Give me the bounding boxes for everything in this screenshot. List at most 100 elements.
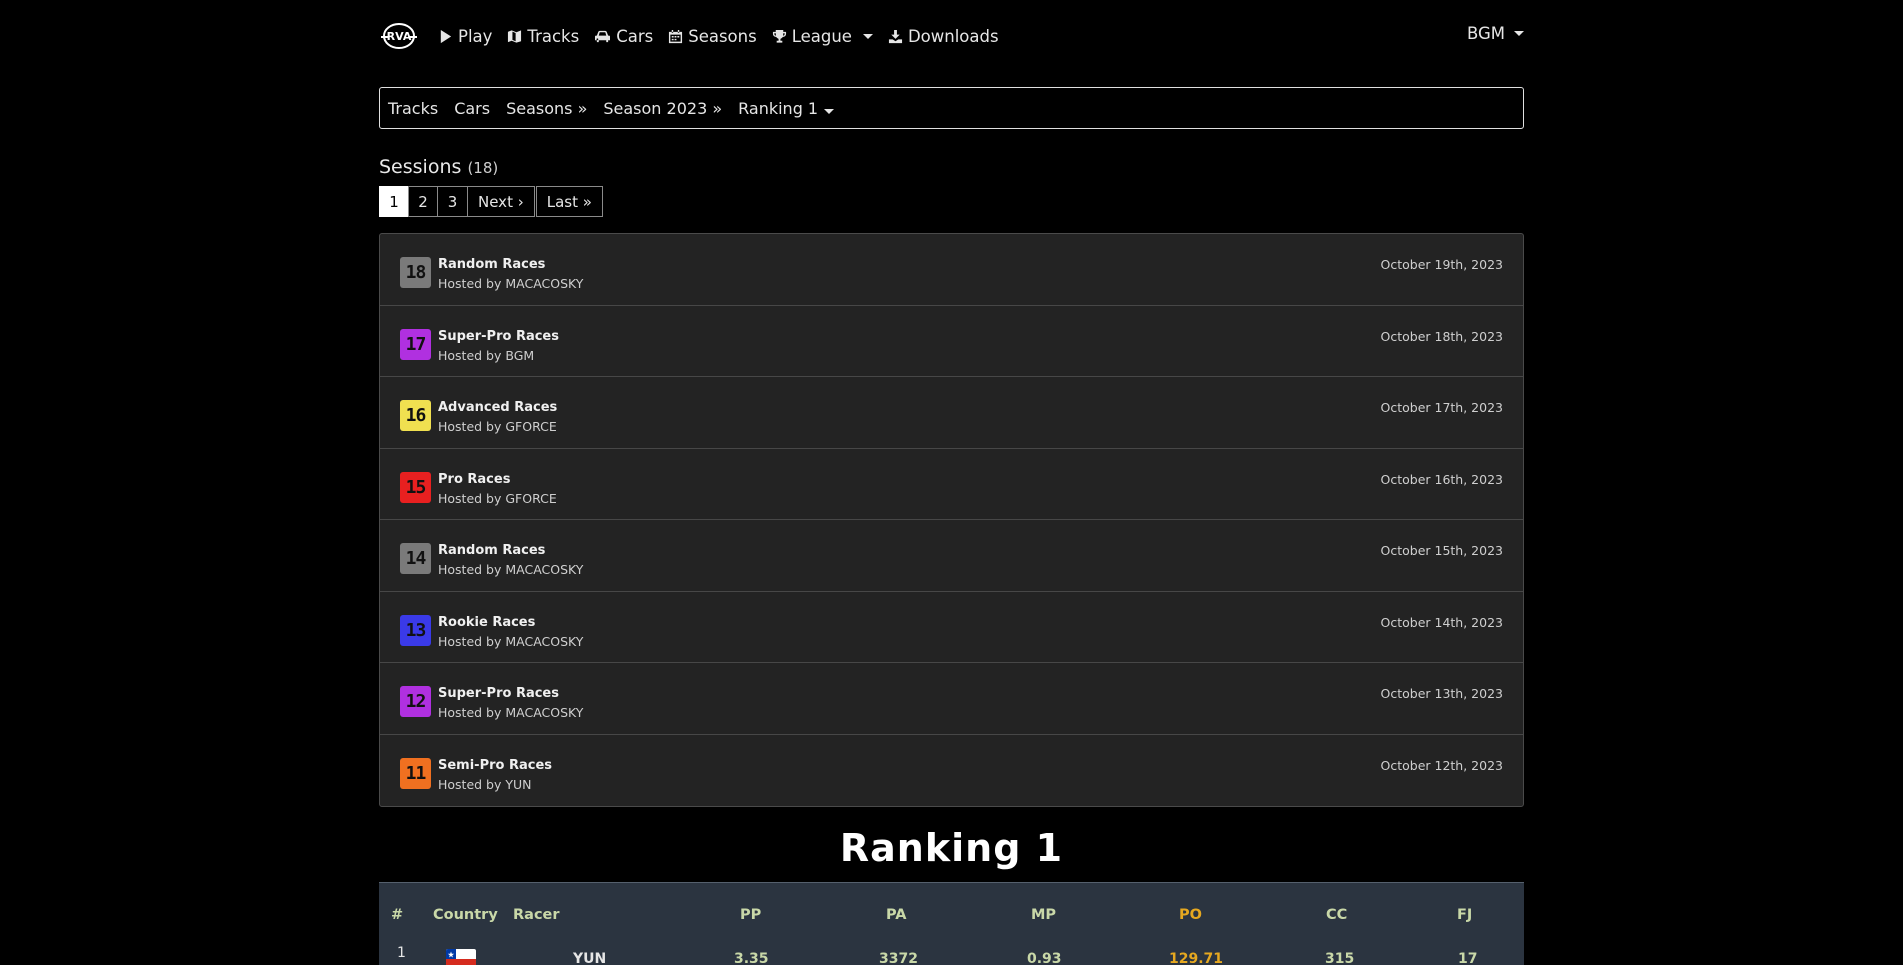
col-header-pa[interactable]: PA xyxy=(886,907,907,923)
session-title[interactable]: Rookie Races xyxy=(438,615,583,630)
session-title[interactable]: Semi-Pro Races xyxy=(438,758,552,773)
session-host: Hosted by MACACOSKY xyxy=(438,633,584,649)
sessions-title: Sessions xyxy=(379,156,462,178)
breadcrumb-ranking-label: Ranking 1 xyxy=(738,98,819,118)
session-info: Semi-Pro Races Hosted by YUN xyxy=(438,758,552,792)
session-number-badge: 11 xyxy=(400,757,431,789)
chevron-down-icon xyxy=(824,108,835,114)
session-number-badge: 14 xyxy=(400,543,431,574)
breadcrumb: Tracks Cars Seasons » Season 2023 » Rank… xyxy=(379,87,1524,129)
session-row[interactable]: 13 Rookie Races Hosted by MACACOSKY October… xyxy=(380,592,1523,663)
session-date: October 16th, 2023 xyxy=(1380,471,1504,487)
page-2-button[interactable]: 2 xyxy=(408,186,438,217)
nav-cars[interactable]: Cars xyxy=(594,27,653,46)
nav-seasons[interactable]: Seasons xyxy=(668,26,757,46)
col-header-num: # xyxy=(391,907,404,923)
session-title[interactable]: Super-Pro Races xyxy=(438,329,559,344)
calendar-icon xyxy=(669,29,683,43)
session-title[interactable]: Advanced Races xyxy=(438,400,557,415)
chile-flag-icon xyxy=(446,949,476,965)
session-row[interactable]: 17 Super-Pro Races Hosted by BGM October 18… xyxy=(380,306,1523,377)
breadcrumb-tracks[interactable]: Tracks xyxy=(388,99,438,118)
col-header-fj[interactable]: FJ xyxy=(1457,907,1472,923)
sessions-heading: Sessions (18) xyxy=(379,156,498,178)
col-header-racer[interactable]: Racer xyxy=(513,907,560,923)
page-1-button[interactable]: 1 xyxy=(379,186,409,217)
user-menu[interactable]: BGM xyxy=(1467,24,1524,43)
row-1-mp: 0.93 xyxy=(1027,951,1062,965)
svg-text:RVA: RVA xyxy=(387,30,412,43)
session-date: October 17th, 2023 xyxy=(1380,400,1504,415)
session-row[interactable]: 15 Pro Races Hosted by GFORCE October 16th,… xyxy=(380,449,1523,520)
navbar: RVA Play Tracks Cars Seasons League Down… xyxy=(378,0,1524,72)
col-header-po[interactable]: PO xyxy=(1179,907,1202,923)
session-row[interactable]: 12 Super-Pro Races Hosted by MACACOSKY Octo… xyxy=(380,663,1523,735)
nav-play-label: Play xyxy=(458,26,493,46)
ranking-table: # Country Racer PP PA MP PO CC FJ 1 YUN … xyxy=(379,882,1524,965)
breadcrumb-season[interactable]: Season 2023 » xyxy=(603,99,722,118)
nav-league-label: League xyxy=(791,26,852,46)
session-number-badge: 12 xyxy=(400,686,431,717)
nav-tracks-label: Tracks xyxy=(527,26,580,46)
session-number-badge: 13 xyxy=(400,614,431,646)
col-header-country[interactable]: Country xyxy=(433,907,498,923)
play-icon xyxy=(440,29,452,43)
row-1-fj: 17 xyxy=(1458,951,1478,965)
nav-seasons-label: Seasons xyxy=(688,26,757,46)
session-date: October 18th, 2023 xyxy=(1380,328,1504,344)
session-date: October 12th, 2023 xyxy=(1380,757,1504,773)
session-row[interactable]: 16 Advanced Races Hosted by GFORCE October … xyxy=(380,377,1523,449)
col-header-mp[interactable]: MP xyxy=(1031,907,1056,923)
session-row[interactable]: 11 Semi-Pro Races Hosted by YUN October 12t… xyxy=(380,735,1523,807)
session-host: Hosted by MACACOSKY xyxy=(438,276,584,291)
row-1-position: 1 xyxy=(397,945,406,961)
session-title[interactable]: Random Races xyxy=(438,543,583,558)
session-host: Hosted by MACACOSKY xyxy=(438,705,584,720)
session-number-badge: 15 xyxy=(400,471,431,503)
nav-play[interactable]: Play xyxy=(438,27,492,46)
session-date: October 13th, 2023 xyxy=(1380,686,1504,701)
ranking-title: Ranking 1 xyxy=(839,826,1064,870)
session-host: Hosted by GFORCE xyxy=(438,490,557,506)
next-page-button[interactable]: Next › xyxy=(467,186,535,217)
page-3-button[interactable]: 3 xyxy=(437,186,468,217)
session-date: October 19th, 2023 xyxy=(1380,257,1504,272)
chevron-down-icon xyxy=(1514,31,1524,36)
row-1-cc: 315 xyxy=(1325,951,1355,965)
breadcrumb-ranking[interactable]: Ranking 1 xyxy=(738,98,835,118)
session-number-badge: 18 xyxy=(400,257,431,288)
session-date: October 14th, 2023 xyxy=(1380,614,1504,630)
col-header-cc[interactable]: CC xyxy=(1326,907,1347,923)
rvgl-logo[interactable]: RVA xyxy=(378,15,420,57)
session-row[interactable]: 18 Random Races Hosted by MACACOSKY October… xyxy=(380,234,1523,306)
download-icon xyxy=(888,29,903,43)
session-host: Hosted by BGM xyxy=(438,347,535,363)
nav-downloads-label: Downloads xyxy=(907,26,999,46)
map-icon xyxy=(508,29,522,43)
session-title[interactable]: Pro Races xyxy=(438,472,557,487)
session-info: Pro Races Hosted by GFORCE xyxy=(438,472,557,506)
row-1-racer[interactable]: YUN xyxy=(573,951,606,965)
nav-downloads[interactable]: Downloads xyxy=(888,27,999,46)
sessions-count: (18) xyxy=(467,159,499,177)
row-1-pa: 3372 xyxy=(879,951,918,965)
session-host: Hosted by GFORCE xyxy=(438,419,557,434)
col-header-pp[interactable]: PP xyxy=(740,907,761,923)
session-list: 18 Random Races Hosted by MACACOSKY October… xyxy=(379,233,1524,807)
breadcrumb-cars[interactable]: Cars xyxy=(454,99,490,118)
session-title[interactable]: Super-Pro Races xyxy=(438,686,583,701)
breadcrumb-seasons[interactable]: Seasons » xyxy=(506,99,587,118)
session-row[interactable]: 14 Random Races Hosted by MACACOSKY October… xyxy=(380,520,1523,592)
session-info: Random Races Hosted by MACACOSKY xyxy=(438,257,583,291)
session-host: Hosted by MACACOSKY xyxy=(438,562,584,577)
user-name: BGM xyxy=(1466,24,1505,43)
session-date: October 15th, 2023 xyxy=(1380,543,1504,558)
nav-tracks[interactable]: Tracks xyxy=(507,27,579,46)
row-1-pp: 3.35 xyxy=(734,951,769,965)
nav-league[interactable]: League xyxy=(772,27,873,46)
session-info: Super-Pro Races Hosted by BGM xyxy=(438,329,559,363)
session-title[interactable]: Random Races xyxy=(438,257,583,272)
session-info: Random Races Hosted by MACACOSKY xyxy=(438,543,583,577)
last-page-button[interactable]: Last » xyxy=(535,186,603,217)
session-info: Advanced Races Hosted by GFORCE xyxy=(438,400,557,434)
